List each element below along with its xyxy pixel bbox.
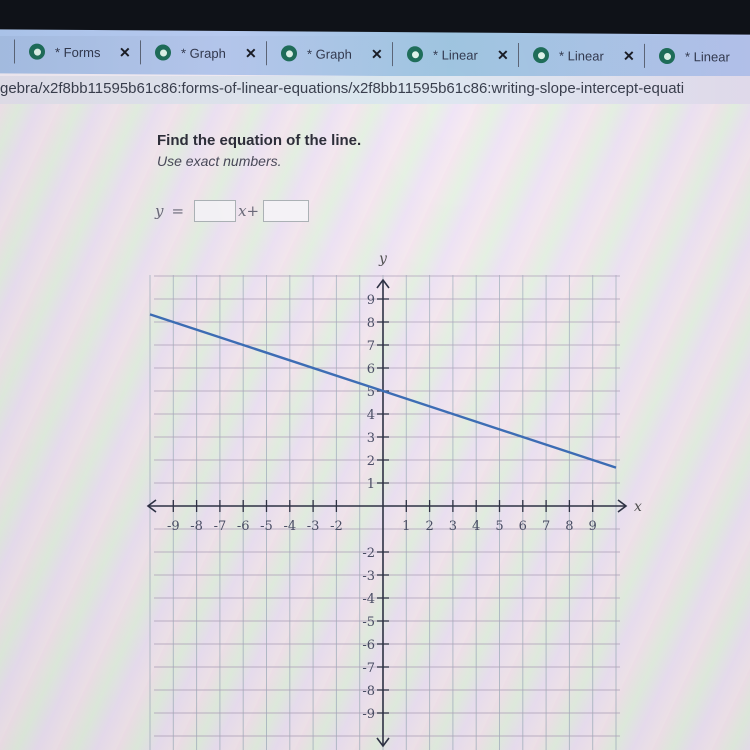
y-tick-label: 9 — [367, 293, 375, 308]
x-tick-label: 3 — [449, 519, 457, 534]
x-tick-label: -6 — [237, 519, 250, 534]
x-tick-label: 8 — [565, 519, 573, 534]
x-tick-label: 1 — [402, 519, 410, 534]
x-tick-label: 5 — [495, 519, 503, 534]
x-tick-label: -4 — [283, 519, 296, 534]
y-tick-label: -6 — [362, 638, 375, 653]
y-tick-label: -4 — [362, 592, 375, 607]
y-tick-label: -9 — [362, 707, 375, 722]
y-tick-label: 8 — [367, 316, 375, 331]
y-tick-label: 4 — [367, 408, 375, 423]
y-tick-label: -3 — [362, 569, 375, 584]
y-tick-label: -5 — [362, 615, 375, 630]
x-tick-label: -3 — [307, 519, 320, 534]
y-tick-label: 7 — [367, 339, 375, 354]
x-tick-label: -7 — [214, 519, 227, 534]
x-tick-label: -8 — [190, 519, 203, 534]
x-axis-label: x — [634, 499, 642, 515]
x-tick-label: -2 — [330, 519, 343, 534]
y-tick-label: 1 — [367, 477, 375, 492]
y-tick-label: -2 — [362, 546, 375, 561]
y-tick-label: 3 — [367, 431, 375, 446]
y-tick-label: -8 — [362, 684, 375, 699]
x-tick-label: 2 — [425, 519, 433, 534]
x-tick-label: -9 — [167, 519, 180, 534]
x-tick-label: 4 — [472, 519, 480, 534]
x-tick-label: 7 — [542, 519, 550, 534]
x-tick-label: -5 — [260, 519, 273, 534]
x-tick-label: 9 — [589, 519, 597, 534]
y-tick-label: -7 — [362, 661, 375, 676]
y-tick-label: 6 — [367, 362, 375, 377]
x-tick-label: 6 — [519, 519, 527, 534]
y-axis-label: y — [378, 251, 388, 267]
y-tick-label: 2 — [367, 454, 375, 469]
coordinate-plane[interactable]: xy-9 -8 -7 -6 -5 -4 -3 -2 1 2 3 4 5 6 7 8 9987654321-2-3… — [0, 0, 750, 750]
